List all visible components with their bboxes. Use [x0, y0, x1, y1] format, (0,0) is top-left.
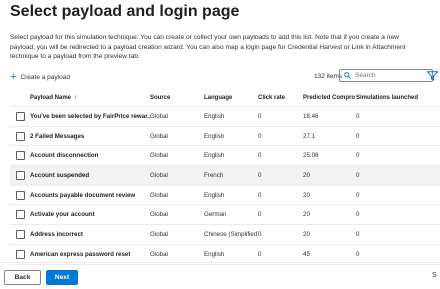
- cell-predicted-compromise: 20: [303, 211, 310, 219]
- cell-click-rate: 0: [258, 211, 262, 219]
- row-checkbox-cell: [16, 205, 26, 224]
- cell-payload-name: 2 Failed Messages: [30, 132, 85, 140]
- column-header-predicted-compromise[interactable]: Predicted Compro...: [303, 90, 355, 106]
- cell-predicted-compromise: 45: [303, 250, 310, 258]
- create-payload-label: Create a payload: [20, 73, 70, 81]
- row-checkbox-cell: [16, 245, 26, 264]
- search-input[interactable]: [355, 72, 425, 79]
- table-header: Payload Name ↑ Source Language Click rat…: [10, 90, 440, 107]
- cell-source: Global: [150, 250, 168, 258]
- table-row[interactable]: You've been selected by FairPrice rewar.…: [10, 107, 440, 127]
- cell-click-rate: 0: [258, 230, 262, 238]
- footer: Back Next S: [0, 262, 440, 289]
- row-checkbox-cell: [16, 107, 26, 126]
- cell-language: Chinese (Simplified): [204, 230, 258, 238]
- cell-source: Global: [150, 112, 168, 120]
- row-checkbox[interactable]: [16, 249, 25, 259]
- row-checkbox-cell: [16, 146, 26, 165]
- cell-source: Global: [150, 230, 168, 238]
- row-checkbox[interactable]: [16, 131, 25, 141]
- toolbar: + Create a payload 132 items: [10, 69, 440, 85]
- cell-click-rate: 0: [258, 250, 262, 258]
- row-checkbox[interactable]: [16, 170, 25, 180]
- cell-click-rate: 0: [258, 152, 262, 160]
- column-header-payload-name[interactable]: Payload Name ↑: [30, 90, 150, 106]
- table-row[interactable]: Activate your account Global German 0 20 0: [10, 205, 440, 226]
- cell-simulations-launched: 0: [356, 191, 360, 199]
- description-line: technique to a payload from the preview …: [10, 53, 140, 61]
- cell-click-rate: 0: [258, 171, 262, 179]
- page-description: Select payload for this simulation techn…: [10, 33, 440, 62]
- description-line: payload, you will be redirected to a pay…: [10, 43, 406, 51]
- cell-payload-name: Accounts payable document review: [30, 191, 136, 199]
- next-button[interactable]: Next: [46, 270, 78, 285]
- sort-ascending-icon: ↑: [74, 95, 78, 101]
- cell-click-rate: 0: [258, 132, 262, 140]
- row-checkbox-cell: [16, 186, 26, 205]
- table-row[interactable]: Address incorrect Global Chinese (Simplifi…: [10, 225, 440, 245]
- search-box[interactable]: [339, 69, 433, 82]
- cell-source: Global: [150, 152, 168, 160]
- cell-language: English: [204, 152, 225, 160]
- cell-language: English: [204, 191, 225, 199]
- column-header-source[interactable]: Source: [150, 90, 202, 106]
- cell-source: Global: [150, 211, 168, 219]
- table-row[interactable]: Account disconnection Global English 0 25.08…: [10, 146, 440, 167]
- payload-table: Payload Name ↑ Source Language Click rat…: [10, 90, 440, 265]
- cell-language: English: [204, 250, 225, 258]
- cell-simulations-launched: 0: [356, 250, 360, 258]
- cell-payload-name: You've been selected by FairPrice rewar.…: [30, 112, 150, 120]
- cell-payload-name: Account suspended: [30, 171, 90, 179]
- cell-click-rate: 0: [258, 191, 262, 199]
- row-checkbox-cell: [16, 166, 26, 185]
- cell-payload-name: Address incorrect: [30, 230, 83, 238]
- table-row[interactable]: Accounts payable document review Global En…: [10, 186, 440, 206]
- footer-edge-text: S: [432, 272, 437, 279]
- cell-simulations-launched: 0: [356, 211, 360, 219]
- search-icon: [344, 72, 351, 79]
- cell-language: English: [204, 132, 225, 140]
- row-checkbox[interactable]: [16, 190, 25, 200]
- row-checkbox-cell: [16, 225, 26, 244]
- plus-icon: +: [10, 71, 17, 83]
- cell-simulations-launched: 0: [356, 112, 360, 120]
- cell-language: German: [204, 211, 227, 219]
- row-checkbox[interactable]: [16, 111, 25, 121]
- cell-simulations-launched: 0: [356, 152, 360, 160]
- table-row[interactable]: 2 Failed Messages Global English 0 27.1 0: [10, 127, 440, 147]
- cell-predicted-compromise: 18.46: [303, 112, 319, 120]
- row-checkbox[interactable]: [16, 151, 25, 161]
- cell-simulations-launched: 0: [356, 171, 360, 179]
- column-header-click-rate[interactable]: Click rate: [258, 90, 302, 106]
- cell-source: Global: [150, 171, 168, 179]
- cell-predicted-compromise: 20: [303, 191, 310, 199]
- row-checkbox-cell: [16, 127, 26, 146]
- cell-payload-name: Activate your account: [30, 211, 95, 219]
- cell-language: French: [204, 171, 224, 179]
- back-button[interactable]: Back: [4, 270, 41, 285]
- item-count: 132 items: [314, 73, 343, 80]
- cell-simulations-launched: 0: [356, 230, 360, 238]
- table-row[interactable]: Account suspended Global French 0 20 0: [10, 166, 440, 186]
- cell-payload-name: American express password reset: [30, 250, 131, 258]
- filter-icon[interactable]: [427, 71, 438, 81]
- row-checkbox[interactable]: [16, 210, 25, 220]
- column-header-language[interactable]: Language: [204, 90, 258, 106]
- cell-simulations-launched: 0: [356, 132, 360, 140]
- description-line: Select payload for this simulation techn…: [10, 34, 399, 41]
- cell-predicted-compromise: 27.1: [303, 132, 316, 140]
- cell-click-rate: 0: [258, 112, 262, 120]
- cell-predicted-compromise: 25.08: [303, 152, 319, 160]
- cell-predicted-compromise: 20: [303, 230, 310, 238]
- cell-source: Global: [150, 191, 168, 199]
- cell-language: English: [204, 112, 225, 120]
- column-header-simulations-launched[interactable]: Simulations launched: [356, 90, 440, 106]
- create-payload-button[interactable]: + Create a payload: [10, 70, 70, 84]
- cell-source: Global: [150, 132, 168, 140]
- cell-predicted-compromise: 20: [303, 171, 310, 179]
- row-checkbox[interactable]: [16, 229, 25, 239]
- page-title: Select payload and login page: [10, 3, 240, 20]
- cell-payload-name: Account disconnection: [30, 152, 99, 160]
